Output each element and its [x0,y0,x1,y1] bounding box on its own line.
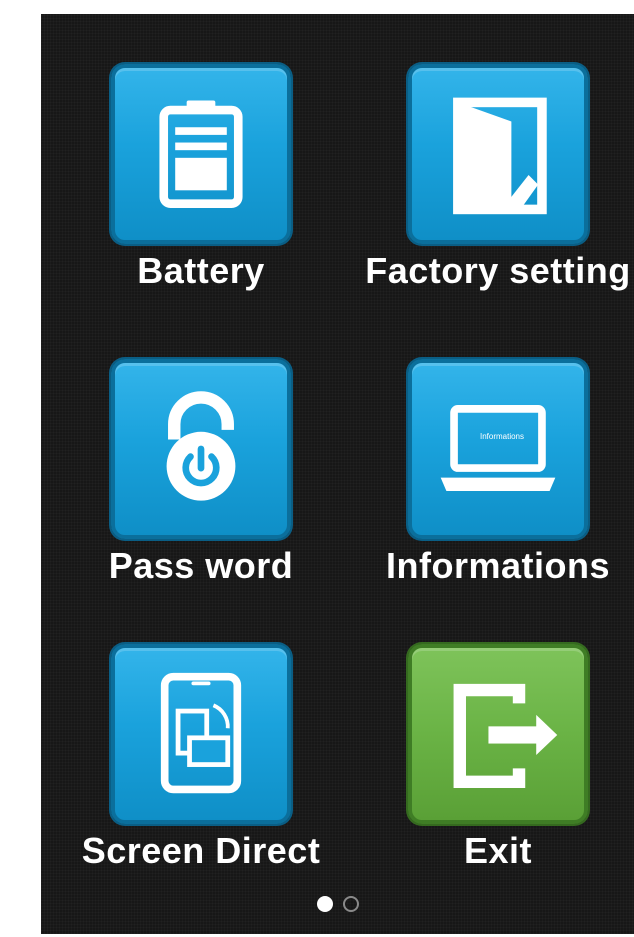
exit-icon [453,683,558,788]
exit-button[interactable] [408,644,588,824]
informations-label: Informations [385,545,610,586]
menu-item-factory-setting: Factory setting [365,64,630,319]
factory-setting-label: Factory setting [365,250,631,291]
settings-screen: Battery Factory setting Pass word Inform… [41,14,634,934]
exit-label: Exit [463,830,533,871]
pass-word-label: Pass word [108,545,294,586]
informations-button[interactable]: Informations [408,359,588,539]
page-dot-1[interactable] [316,896,333,912]
battery-button[interactable] [111,64,291,244]
menu-item-informations: Informations Informations [386,359,610,614]
factory-setting-button[interactable] [408,64,588,244]
screen-direct-button[interactable] [111,644,291,824]
laptop-screen-text: Informations [479,432,525,441]
laptop-icon [440,405,556,492]
lock-icon [166,391,236,501]
menu-item-exit: Exit [398,644,598,899]
door-icon [453,97,547,215]
menu-item-pass-word: Pass word [101,359,301,614]
pass-word-button[interactable] [111,359,291,539]
battery-icon [159,100,243,208]
screen-direct-label: Screen Direct [81,830,321,871]
menu-item-battery: Battery [101,64,301,319]
menu-item-screen-direct: Screen Direct [82,644,320,899]
screen-rotate-icon [160,672,242,794]
battery-label: Battery [137,250,265,291]
page-dot-2[interactable] [342,896,359,912]
page-indicator [41,896,634,916]
